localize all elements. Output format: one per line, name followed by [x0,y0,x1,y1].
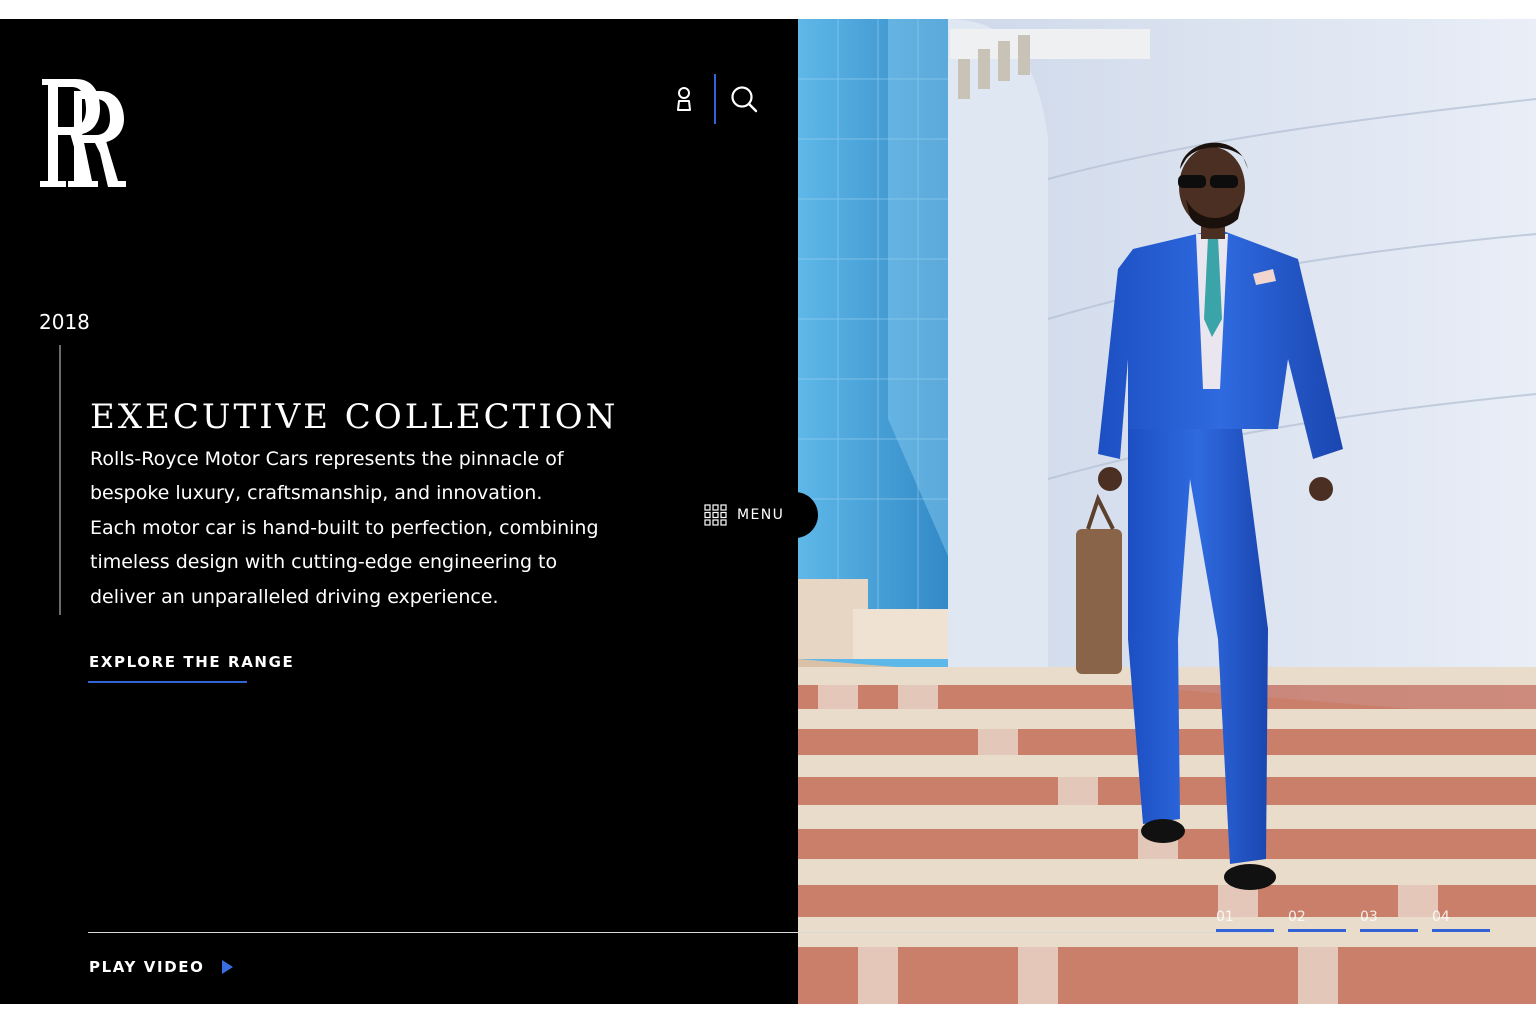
collection-year: 2018 [39,310,90,334]
slide-pager: 01 02 03 04 [1216,909,1504,932]
explore-range-link[interactable]: EXPLORE THE RANGE [89,653,294,671]
pager-number: 01 [1216,909,1234,925]
user-icon[interactable] [664,79,704,119]
description-line: timeless design with cutting-edge engine… [90,551,558,574]
hero-photo [798,19,1536,1004]
pager-number: 02 [1288,909,1306,925]
pager-number: 03 [1360,909,1378,925]
play-icon [222,960,234,974]
menu-label: MENU [737,507,785,523]
description-line: Rolls-Royce Motor Cars represents the pi… [90,448,564,470]
header-divider [714,74,716,124]
pager-bar [1360,929,1418,932]
pager-item-04[interactable]: 04 [1432,909,1504,932]
play-video-label: PLAY VIDEO [89,958,205,976]
pager-item-03[interactable]: 03 [1360,909,1432,932]
pager-bar [1216,929,1274,932]
pager-number: 04 [1432,909,1450,925]
description-line: deliver an unparalleled driving experien… [90,585,499,608]
pager-item-02[interactable]: 02 [1288,909,1360,932]
pager-item-01[interactable]: 01 [1216,909,1288,932]
play-video-button[interactable]: PLAY VIDEO [89,958,234,976]
grid-icon [704,504,727,526]
accent-vertical-line [59,345,61,615]
pager-bar [1288,929,1346,932]
content-panel: 2018 EXECUTIVE COLLECTION Rolls-Royce Mo… [0,19,798,1004]
description-line: bespoke luxury, craftsmanship, and innov… [90,482,543,505]
search-icon[interactable] [724,79,764,119]
cta-underline [88,681,247,683]
rr-logo[interactable] [38,77,128,191]
header-actions [664,73,764,125]
page-title: EXECUTIVE COLLECTION [90,396,619,437]
progress-line [88,932,1276,933]
pager-bar [1432,929,1490,932]
description-line: Each motor car is hand-built to perfecti… [90,516,599,539]
hero-description: Rolls-Royce Motor Cars represents the pi… [90,442,650,614]
page-frame: 2018 EXECUTIVE COLLECTION Rolls-Royce Mo… [0,19,1536,1004]
menu-button[interactable]: MENU [690,492,818,538]
